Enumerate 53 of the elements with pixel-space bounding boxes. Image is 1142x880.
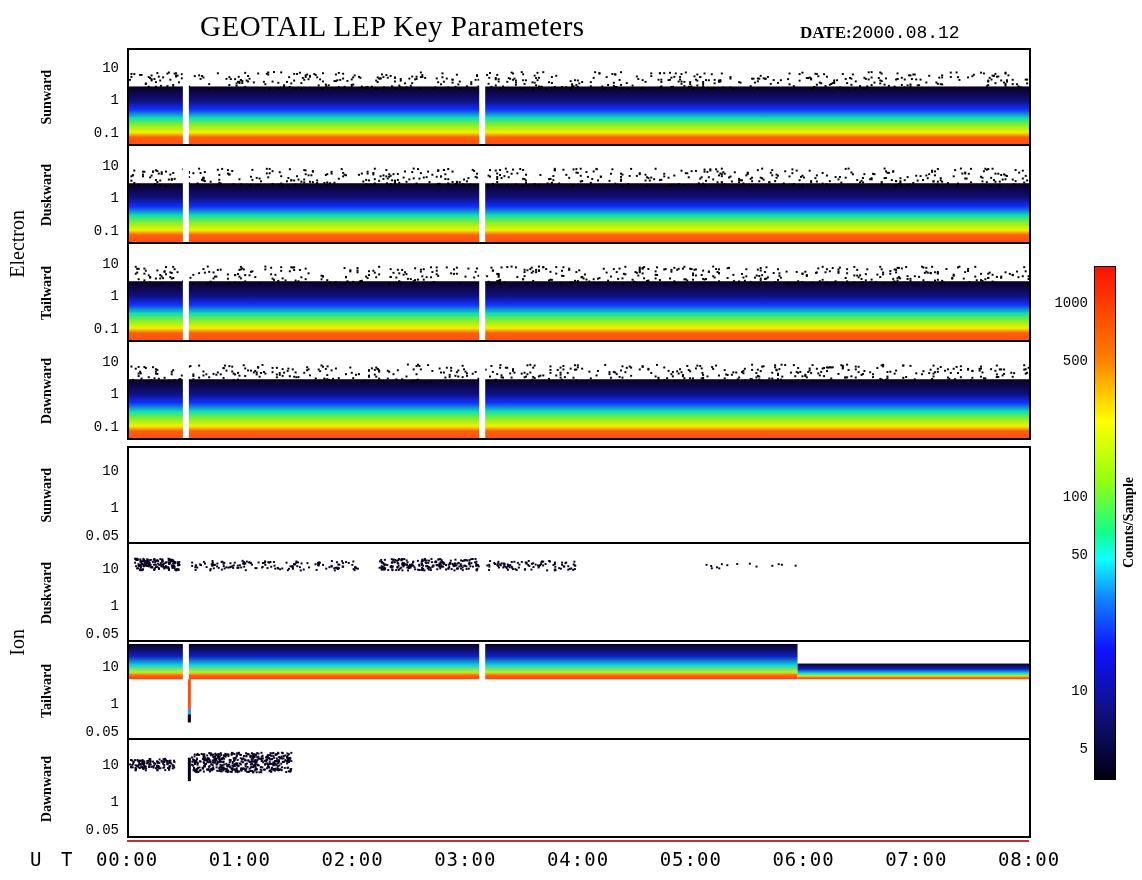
y-tick-label: 1 — [110, 793, 119, 810]
x-tick-label: 07:00 — [885, 848, 948, 870]
panel-label: Dawnward — [39, 755, 55, 823]
y-tick-label: 1 — [110, 385, 119, 402]
panel-label: Duskward — [39, 561, 55, 625]
y-tick-label: 0.05 — [85, 724, 119, 741]
x-tick-label: 05:00 — [659, 848, 722, 870]
group-label: Electron — [5, 210, 29, 278]
y-tick-label: 0.1 — [93, 321, 119, 338]
y-tick-label: 0.1 — [93, 125, 119, 142]
y-tick-label: 10 — [102, 462, 119, 479]
y-tick-label: 10 — [102, 59, 119, 76]
y-tick-label: 0.1 — [93, 419, 119, 436]
panel-label: Duskward — [39, 163, 55, 227]
x-tick-label: 04:00 — [546, 848, 610, 870]
colorbar-tick-label: 5 — [1079, 740, 1088, 757]
panel-label: Sunward — [39, 467, 55, 523]
y-tick-label: 1 — [110, 597, 119, 614]
x-tick-label: 03:00 — [434, 848, 497, 870]
y-tick-label: 10 — [102, 255, 119, 272]
y-tick-label: 1 — [110, 499, 119, 516]
colorbar-tick-label: 500 — [1062, 353, 1088, 370]
y-tick-label: 10 — [102, 157, 119, 174]
time-axis-label: U T — [29, 847, 74, 872]
date-label: DATE:2000.08.12 — [800, 23, 960, 45]
colorbar-label: Counts/Sample — [1121, 477, 1137, 569]
panel-label: Tailward — [39, 266, 55, 320]
colorbar-tick-label: 50 — [1071, 547, 1088, 564]
y-tick-label: 1 — [110, 91, 119, 108]
plot-title: GEOTAIL LEP Key Parameters — [200, 10, 586, 44]
y-tick-label: 10 — [102, 658, 119, 675]
x-tick-label: 02:00 — [321, 848, 384, 870]
panel-label: Sunward — [39, 69, 55, 125]
y-tick-label: 1 — [110, 287, 119, 304]
x-tick-label: 08:00 — [997, 848, 1061, 870]
colorbar-tick-label: 1000 — [1054, 295, 1088, 311]
y-tick-label: 0.05 — [85, 822, 119, 839]
y-tick-label: 0.1 — [93, 223, 119, 240]
x-tick-label: 06:00 — [772, 848, 835, 870]
y-tick-label: 10 — [102, 353, 119, 370]
panel-label: Dawnward — [39, 357, 55, 425]
y-tick-label: 0.05 — [85, 528, 119, 545]
y-tick-label: 1 — [110, 189, 119, 206]
panel-label: Tailward — [39, 664, 55, 718]
y-tick-label: 10 — [102, 560, 119, 577]
colorbar-tick-label: 10 — [1071, 682, 1088, 699]
y-tick-label: 1 — [110, 695, 119, 712]
colorbar-tick-label: 100 — [1062, 488, 1088, 505]
y-tick-label: 10 — [102, 756, 119, 773]
group-label: Ion — [5, 628, 29, 656]
y-tick-label: 0.05 — [85, 626, 119, 643]
x-tick-label: 01:00 — [208, 848, 271, 870]
x-tick-label: 00:00 — [95, 848, 159, 870]
